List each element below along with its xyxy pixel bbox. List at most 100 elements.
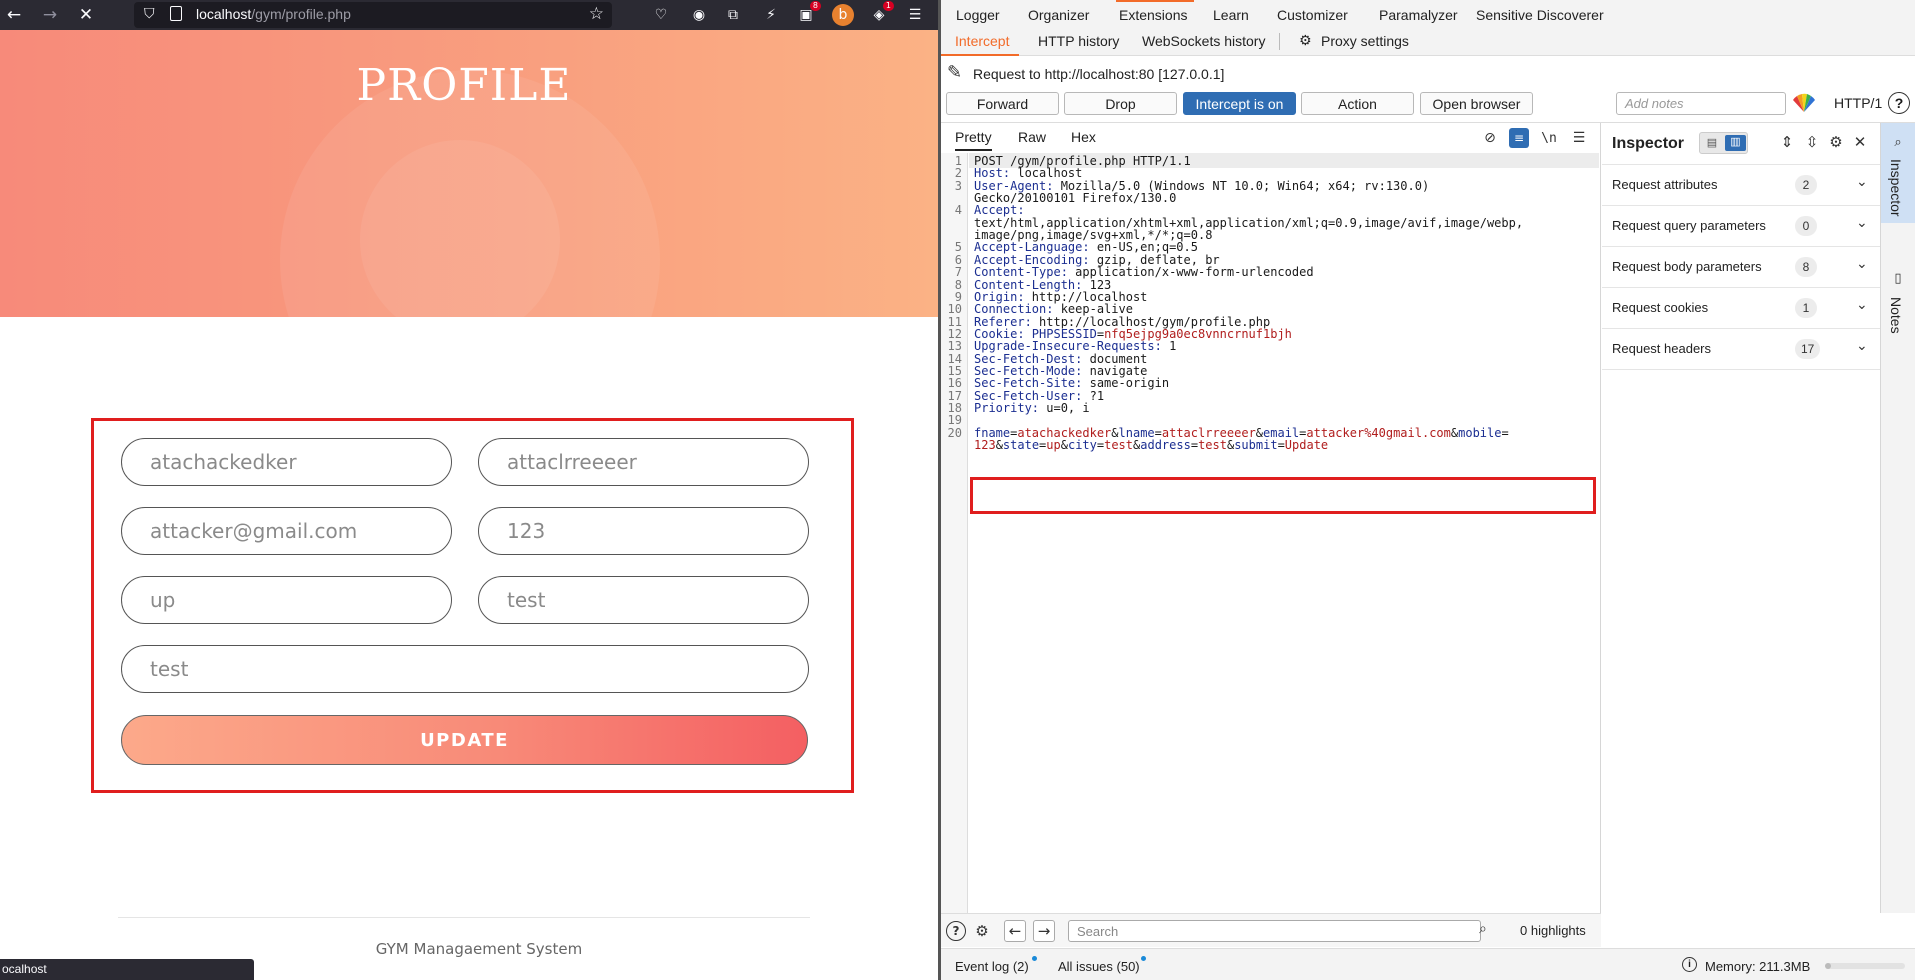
code-token: city bbox=[1067, 438, 1097, 452]
tab-logger[interactable]: Logger bbox=[956, 7, 1000, 23]
shield-icon[interactable]: ⛉ bbox=[144, 6, 155, 22]
tab-learn[interactable]: Learn bbox=[1213, 7, 1249, 23]
highlights-count: 0 highlights bbox=[1520, 923, 1586, 938]
chevron-down-icon[interactable]: ⌄ bbox=[1856, 338, 1868, 354]
stop-loading-icon[interactable]: ✕ bbox=[72, 0, 100, 30]
tab-proxy-settings[interactable]: Proxy settings bbox=[1321, 33, 1409, 49]
account-icon[interactable]: ◉ bbox=[688, 4, 710, 26]
http-version-label[interactable]: HTTP/1 bbox=[1834, 95, 1882, 111]
tab-customizer[interactable]: Customizer bbox=[1277, 7, 1348, 23]
pocket-icon[interactable]: ♡ bbox=[650, 4, 672, 26]
add-notes-input[interactable]: Add notes bbox=[1616, 92, 1786, 115]
intercept-toggle-button[interactable]: Intercept is on bbox=[1183, 92, 1296, 115]
tab-intercept[interactable]: Intercept bbox=[955, 33, 1009, 49]
side-tab-label: Inspector bbox=[1888, 159, 1904, 217]
row-label: Request query parameters bbox=[1612, 218, 1766, 233]
city-input[interactable]: test bbox=[478, 576, 809, 624]
tab-separator bbox=[1279, 33, 1280, 50]
panel-layout-icon[interactable]: ▥ bbox=[1725, 135, 1746, 151]
code-token: = bbox=[1277, 438, 1285, 452]
all-issues-link[interactable]: All issues (50) bbox=[1058, 959, 1140, 974]
inspector-row-query-params[interactable]: Request query parameters 0 ⌄ bbox=[1602, 205, 1880, 246]
code-token: Priority: bbox=[974, 401, 1040, 415]
top-tab-indicator bbox=[1116, 0, 1194, 2]
inspector-row-attributes[interactable]: Request attributes 2 ⌄ bbox=[1602, 164, 1880, 205]
code-token: Connection: bbox=[974, 302, 1054, 316]
search-input[interactable]: Search bbox=[1068, 920, 1481, 942]
collapse-all-icon[interactable]: ⇳ bbox=[1802, 132, 1822, 152]
close-icon[interactable]: ✕ bbox=[1850, 132, 1870, 152]
inspector-row-headers[interactable]: Request headers 17 ⌄ bbox=[1602, 328, 1880, 369]
tab-extensions[interactable]: Extensions bbox=[1119, 7, 1187, 23]
code-token: test bbox=[1198, 438, 1227, 452]
side-tab-label: Notes bbox=[1888, 297, 1904, 334]
event-log-link[interactable]: Event log (2) bbox=[955, 959, 1029, 974]
list-layout-icon[interactable]: ▤ bbox=[1703, 136, 1721, 150]
pencil-icon[interactable]: ✎ bbox=[947, 62, 962, 83]
expand-all-icon[interactable]: ⇕ bbox=[1777, 132, 1797, 152]
browser-toolbar: ← → ✕ ⛉ localhost/gym/profile.php ☆ ♡ ◉ … bbox=[0, 0, 938, 30]
open-browser-button[interactable]: Open browser bbox=[1420, 92, 1533, 115]
code-token: submit bbox=[1234, 438, 1278, 452]
tab-organizer[interactable]: Organizer bbox=[1028, 7, 1089, 23]
next-match-icon[interactable]: → bbox=[1033, 920, 1055, 942]
tab-raw[interactable]: Raw bbox=[1018, 129, 1046, 151]
vpn-icon[interactable]: ⚡ bbox=[760, 4, 782, 26]
last-name-input[interactable]: attaclrreeeer bbox=[478, 438, 809, 486]
chevron-down-icon[interactable]: ⌄ bbox=[1856, 256, 1868, 272]
side-tab-inspector[interactable]: ⌕ Inspector bbox=[1881, 123, 1915, 223]
inspector-divider bbox=[1602, 369, 1880, 370]
bookmark-star-icon[interactable]: ☆ bbox=[589, 4, 604, 24]
editor-search-bar: ? ⚙ ← → Search ⌕ 0 highlights bbox=[941, 913, 1601, 947]
extensions-icon[interactable]: ⧉ bbox=[722, 4, 744, 26]
code-token: Upgrade-Insecure-Requests: bbox=[974, 339, 1162, 353]
inspector-row-cookies[interactable]: Request cookies 1 ⌄ bbox=[1602, 287, 1880, 328]
chevron-down-icon[interactable]: ⌄ bbox=[1856, 215, 1868, 231]
tab-paramalyzer[interactable]: Paramalyzer bbox=[1379, 7, 1458, 23]
info-icon: i bbox=[1682, 957, 1697, 972]
help-icon[interactable]: ? bbox=[1888, 92, 1910, 114]
hide-nonprintable-icon[interactable]: ⊘ bbox=[1480, 128, 1500, 148]
update-button[interactable]: UPDATE bbox=[121, 715, 808, 765]
first-name-input[interactable]: atachackedker bbox=[121, 438, 452, 486]
drop-button[interactable]: Drop bbox=[1064, 92, 1177, 115]
top-tab-bar: Logger Organizer Extensions Learn Custom… bbox=[941, 0, 1915, 27]
forward-button[interactable]: Forward bbox=[946, 92, 1059, 115]
settings-gear-icon[interactable]: ⚙ bbox=[971, 920, 993, 942]
settings-gear-icon[interactable]: ⚙ bbox=[1826, 132, 1846, 152]
address-bar[interactable]: ⛉ localhost/gym/profile.php ☆ bbox=[134, 2, 612, 28]
tab-http-history[interactable]: HTTP history bbox=[1038, 33, 1119, 49]
back-arrow-icon[interactable]: ← bbox=[0, 0, 28, 30]
email-input[interactable]: attacker@gmail.com bbox=[121, 507, 452, 555]
inbox-extension-icon[interactable]: ▣ 8 bbox=[795, 1, 821, 26]
address-input[interactable]: test bbox=[121, 645, 809, 693]
code-token: test bbox=[1104, 438, 1134, 452]
mobile-input[interactable]: 123 bbox=[478, 507, 809, 555]
chevron-down-icon[interactable]: ⌄ bbox=[1856, 174, 1868, 190]
inspector-row-body-params[interactable]: Request body parameters 8 ⌄ bbox=[1602, 246, 1880, 287]
editor-menu-icon[interactable]: ☰ bbox=[1569, 128, 1589, 148]
request-editor[interactable]: Pretty Raw Hex ⊘ ≡ \n ☰ 1 2 3 4 5 6 7 8 9 10 11 12 1… bbox=[941, 123, 1601, 913]
code-token: up bbox=[1046, 438, 1061, 452]
chevron-down-icon[interactable]: ⌄ bbox=[1856, 297, 1868, 313]
word-wrap-icon[interactable]: ≡ bbox=[1509, 128, 1529, 148]
newline-toggle-icon[interactable]: \n bbox=[1539, 128, 1559, 148]
side-tab-notes[interactable]: ▯ Notes bbox=[1881, 271, 1915, 351]
event-log-dot bbox=[1032, 956, 1037, 961]
layout-toggle[interactable]: ▤ ▥ bbox=[1699, 132, 1748, 154]
highlight-color-icon[interactable] bbox=[1791, 92, 1817, 114]
previous-match-icon[interactable]: ← bbox=[1004, 920, 1026, 942]
tab-websockets-history[interactable]: WebSockets history bbox=[1142, 33, 1265, 49]
tab-hex[interactable]: Hex bbox=[1071, 129, 1096, 151]
burp-extension-icon[interactable]: b bbox=[832, 4, 854, 26]
forward-arrow-icon[interactable]: → bbox=[36, 0, 64, 30]
proxy-extension-icon[interactable]: ◈ 1 bbox=[868, 1, 894, 26]
tab-pretty[interactable]: Pretty bbox=[955, 129, 992, 151]
search-icon[interactable]: ⌕ bbox=[1479, 921, 1487, 937]
action-button[interactable]: Action bbox=[1301, 92, 1414, 115]
hamburger-menu-icon[interactable]: ☰ bbox=[904, 4, 926, 26]
tab-sensitive-discoverer[interactable]: Sensitive Discoverer bbox=[1476, 7, 1604, 23]
state-input[interactable]: up bbox=[121, 576, 452, 624]
help-icon[interactable]: ? bbox=[946, 921, 966, 941]
gear-icon[interactable]: ⚙ bbox=[1299, 33, 1312, 49]
